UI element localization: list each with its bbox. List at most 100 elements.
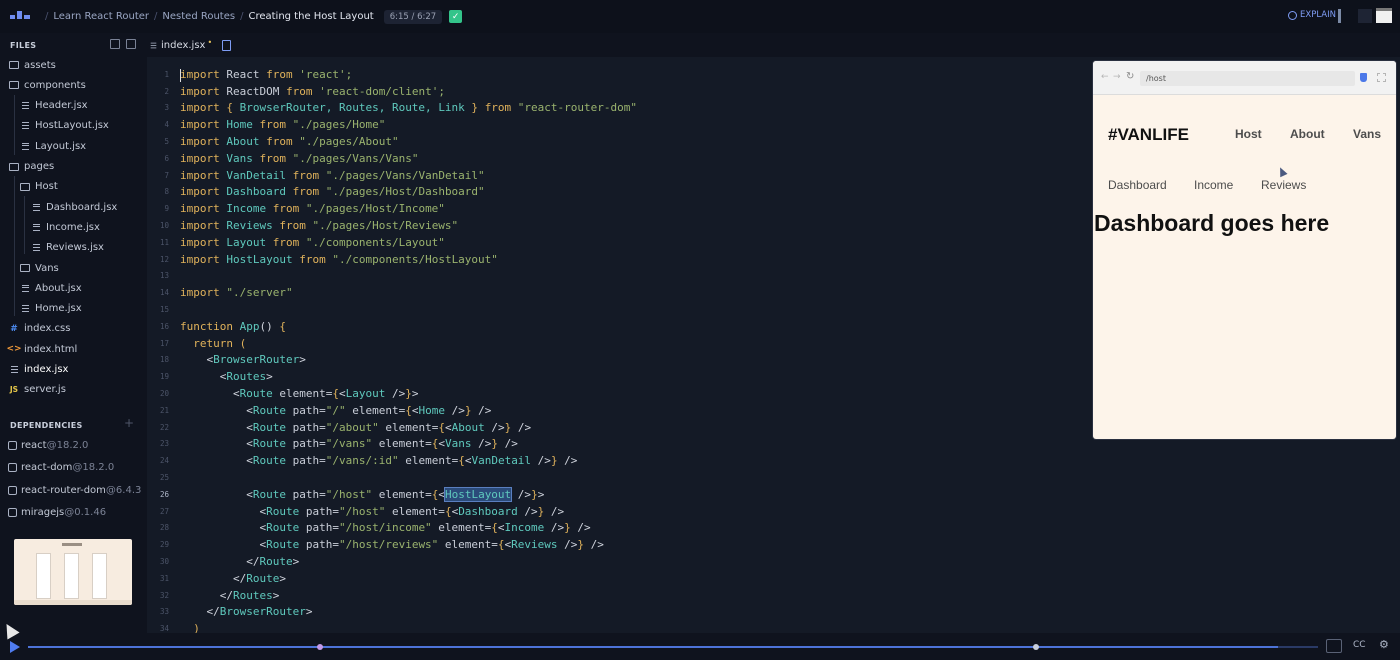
dependency-item[interactable]: react @18.2.0 bbox=[8, 437, 88, 453]
file-tree-item[interactable]: # index.css bbox=[8, 320, 70, 338]
file-tree-item[interactable]: HostLayout.jsx bbox=[19, 117, 109, 135]
new-folder-icon[interactable] bbox=[126, 39, 136, 49]
code-line: 6 import Vans from "./pages/Vans/Vans" bbox=[147, 150, 418, 167]
file-tree-item[interactable]: Host bbox=[19, 178, 58, 196]
timeline-marker[interactable] bbox=[1033, 644, 1039, 650]
scrim-settings-icon[interactable] bbox=[1326, 639, 1342, 653]
code-token: path= bbox=[299, 538, 339, 552]
code-line: 33 </BrowserRouter > bbox=[147, 604, 313, 621]
preview-thumbnail[interactable] bbox=[14, 539, 132, 605]
captions-button[interactable]: CC bbox=[1353, 640, 1366, 650]
code-line: 30 </Route > bbox=[147, 553, 299, 570]
layout-split-icon[interactable] bbox=[1358, 9, 1372, 23]
back-icon[interactable]: ← bbox=[1101, 72, 1109, 82]
code-token: element= bbox=[378, 420, 439, 434]
new-file-icon[interactable] bbox=[222, 39, 232, 51]
preview-url-input[interactable]: /host bbox=[1140, 71, 1355, 86]
file-name: components bbox=[24, 79, 86, 91]
code-token: About bbox=[451, 420, 485, 434]
host-nav-dashboard[interactable]: Dashboard bbox=[1108, 178, 1167, 192]
code-token: < bbox=[338, 387, 346, 401]
pin-icon[interactable] bbox=[1360, 73, 1367, 82]
breadcrumb-course[interactable]: Learn React Router bbox=[53, 11, 149, 22]
line-number: 22 bbox=[159, 422, 169, 432]
file-tree-item[interactable]: Dashboard.jsx bbox=[30, 198, 117, 216]
file-icon bbox=[30, 203, 42, 211]
nav-link-vans[interactable]: Vans bbox=[1353, 127, 1381, 141]
host-nav-income[interactable]: Income bbox=[1194, 178, 1233, 192]
new-file-icon[interactable] bbox=[110, 39, 120, 49]
nav-link-about[interactable]: About bbox=[1290, 127, 1325, 141]
code-line: 15 bbox=[147, 301, 180, 318]
file-tree-item[interactable]: Reviews.jsx bbox=[30, 239, 104, 257]
code-token: path= bbox=[285, 454, 326, 468]
code-token: Route bbox=[252, 487, 286, 501]
host-nav-reviews[interactable]: Reviews bbox=[1261, 178, 1306, 192]
dependency-item[interactable]: miragejs @0.1.46 bbox=[8, 505, 106, 521]
code-token: from bbox=[285, 84, 313, 98]
code-token: < bbox=[180, 420, 253, 434]
code-token: < bbox=[180, 521, 267, 535]
forward-icon[interactable]: → bbox=[1113, 72, 1121, 82]
file-tree-item[interactable]: assets bbox=[8, 56, 56, 74]
code-token: } bbox=[577, 538, 585, 552]
completed-check-icon[interactable]: ✓ bbox=[449, 10, 463, 23]
code-token: Income bbox=[219, 202, 273, 216]
line-number: 6 bbox=[164, 153, 169, 163]
tree-guide bbox=[14, 176, 15, 316]
expand-icon[interactable] bbox=[1377, 73, 1386, 82]
vanlife-logo[interactable]: #VANLIFE bbox=[1108, 125, 1189, 145]
tab-index-jsx[interactable]: index.jsx • bbox=[150, 33, 232, 57]
code-line: 17 return ( bbox=[147, 335, 246, 352]
explain-button[interactable]: EXPLAIN bbox=[1288, 10, 1336, 20]
play-icon[interactable] bbox=[10, 641, 20, 653]
gear-icon[interactable]: ⚙ bbox=[1379, 638, 1389, 651]
code-token: import bbox=[180, 168, 220, 182]
code-token: from bbox=[259, 118, 287, 132]
file-icon bbox=[150, 42, 157, 48]
code-token: element= bbox=[372, 437, 432, 451]
file-tree-item[interactable]: Home.jsx bbox=[19, 300, 82, 318]
code-token: Home bbox=[418, 403, 445, 417]
timeline-marker[interactable] bbox=[317, 644, 323, 650]
file-tree-item[interactable]: pages bbox=[8, 158, 54, 176]
file-name: Host bbox=[35, 181, 58, 193]
code-line: 32 </Routes > bbox=[147, 587, 279, 604]
code-token: import bbox=[180, 118, 220, 132]
tab-label: index.jsx bbox=[161, 39, 206, 51]
file-tree-item[interactable]: <> index.html bbox=[6, 340, 77, 358]
file-tree-item[interactable]: About.jsx bbox=[19, 279, 82, 297]
code-token: BrowserRouter bbox=[213, 353, 300, 367]
layout-toggle-icon[interactable] bbox=[1338, 9, 1341, 23]
file-tree-item[interactable]: JS server.js bbox=[8, 381, 66, 399]
dependency-version: @18.2.0 bbox=[72, 462, 115, 473]
code-token: /> bbox=[570, 521, 591, 535]
file-tree-item[interactable]: Header.jsx bbox=[19, 97, 88, 115]
code-token: from bbox=[292, 168, 320, 182]
timeline-track[interactable] bbox=[28, 646, 1318, 648]
dependency-item[interactable]: react-router-dom @6.4.3 bbox=[8, 482, 141, 498]
line-number: 32 bbox=[159, 590, 169, 600]
dependency-item[interactable]: react-dom @18.2.0 bbox=[8, 460, 114, 476]
code-token: < bbox=[411, 403, 419, 417]
file-tree-item[interactable]: Layout.jsx bbox=[19, 137, 86, 155]
file-tree-item[interactable]: Income.jsx bbox=[30, 218, 100, 236]
add-dependency-icon[interactable]: + bbox=[124, 416, 134, 430]
file-tree-item[interactable]: index.jsx bbox=[8, 361, 68, 379]
reload-icon[interactable]: ↻ bbox=[1126, 71, 1134, 82]
dependencies-heading: DEPENDENCIES bbox=[10, 421, 83, 430]
code-token: Reviews bbox=[511, 538, 558, 552]
line-number: 16 bbox=[159, 321, 169, 331]
scrimba-logo-icon[interactable] bbox=[10, 11, 30, 22]
file-tree-item[interactable]: components bbox=[8, 76, 86, 94]
line-number: 2 bbox=[164, 86, 169, 96]
nav-link-host[interactable]: Host bbox=[1235, 127, 1262, 141]
file-name: Income.jsx bbox=[46, 221, 100, 233]
breadcrumb: / Learn React Router / Nested Routes / C… bbox=[40, 0, 463, 33]
line-number: 26 bbox=[159, 489, 169, 499]
code-token: > bbox=[292, 555, 300, 569]
explain-label: EXPLAIN bbox=[1300, 10, 1336, 20]
breadcrumb-section[interactable]: Nested Routes bbox=[162, 11, 235, 22]
window-icon[interactable] bbox=[1376, 8, 1392, 23]
file-tree-item[interactable]: Vans bbox=[19, 259, 59, 277]
